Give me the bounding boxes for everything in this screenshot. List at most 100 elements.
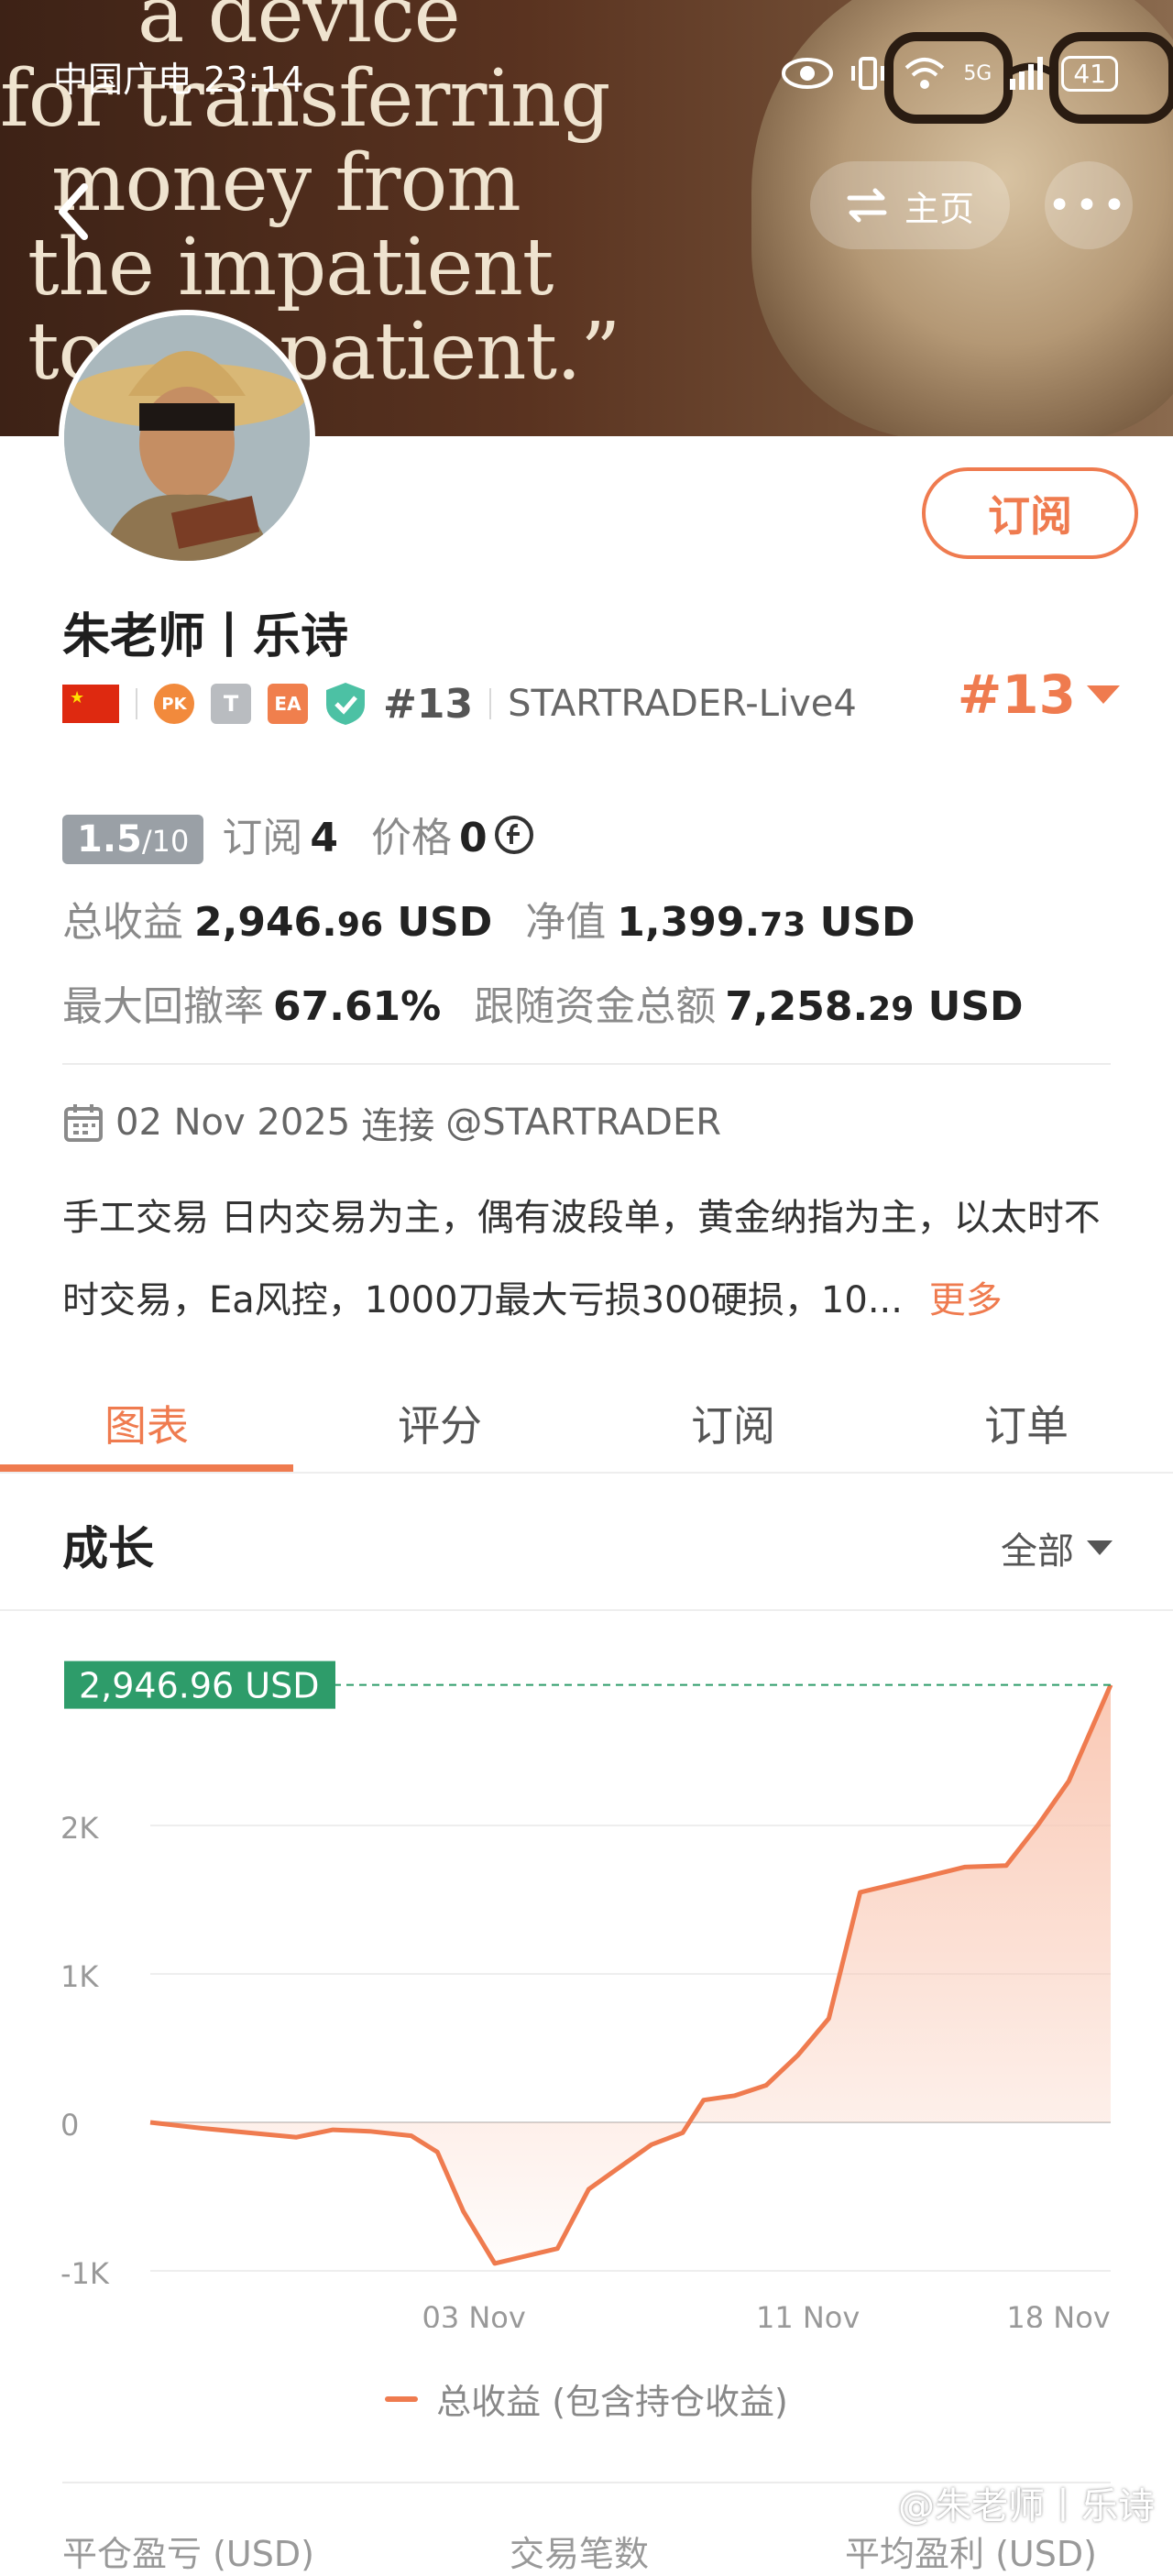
price-value: 0 [458, 815, 488, 861]
stat-header-avg-profit: 平均盈利 (USD) [845, 2534, 1097, 2574]
follow-int: 7,258. [725, 983, 869, 1030]
badge-separator [136, 688, 137, 719]
calendar-icon [64, 1104, 103, 1142]
stat-header-closed-pl: 平仓盈亏 (USD) [62, 2534, 314, 2574]
status-icons: 5G 41 [782, 55, 1118, 92]
home-button[interactable]: 主页 [810, 161, 1010, 249]
more-link[interactable]: 更多 [929, 1279, 1003, 1321]
battery-indicator: 41 [1061, 55, 1118, 92]
score-row: 1.5/10 订阅 4 价格 0 [62, 805, 535, 864]
stat-header-trades: 交易笔数 [510, 2534, 650, 2574]
t-badge-icon[interactable]: T [211, 684, 251, 724]
metrics-divider [62, 1063, 1111, 1065]
connect-label: 连接 [361, 1105, 435, 1147]
carrier-time: 中国广电 23:14 [53, 60, 304, 100]
rank-dropdown[interactable]: #13 [958, 663, 1120, 726]
home-label: 主页 [904, 188, 974, 229]
x-tick-label: 03 Nov [422, 2300, 525, 2328]
drawdown-value: 67.61% [273, 983, 442, 1030]
score-main: 1.5 [77, 818, 142, 860]
total-profit-value: 2,946.96 USD [194, 899, 492, 946]
t-badge-label: T [223, 691, 239, 717]
profile-name: 朱老师丨乐诗 [62, 609, 349, 664]
total-profit-dec: 96 [336, 906, 383, 944]
badge-separator [489, 688, 492, 719]
subscribe-count: 4 [310, 815, 338, 861]
tab-chart[interactable]: 图表 [0, 1373, 293, 1474]
chart-legend: 总收益 (包含持仓收益) [0, 2373, 1173, 2424]
coin-icon [494, 815, 533, 854]
eye-icon [782, 58, 834, 89]
score-total: /10 [141, 824, 190, 859]
legend-swatch [385, 2395, 419, 2402]
wifi-icon [904, 58, 945, 89]
tabs-border [0, 1472, 1173, 1474]
network-type: 5G [963, 61, 992, 85]
growth-chart[interactable]: 2K 1K 0 -1K 2,946.96 USD 03 Nov 11 Nov 18 Nov [0, 1631, 1173, 2328]
broker-name: @STARTRADER [445, 1102, 722, 1144]
rank-dropdown-icon [1087, 685, 1120, 704]
tab-orders[interactable]: 订单 [880, 1373, 1173, 1474]
drawdown-row: 最大回撤率 67.61% 跟随资金总额 7,258.29 USD [62, 973, 1024, 1032]
back-arrow-icon[interactable] [35, 170, 126, 253]
current-value-label: 2,946.96 USD [79, 1666, 320, 1706]
china-flag-icon: ★ [62, 685, 119, 723]
period-filter[interactable]: 全部 [1001, 1521, 1113, 1574]
subscribe-count-label: 订阅 [222, 815, 303, 861]
y-tick-label: -1K [60, 2256, 110, 2291]
total-profit-label: 总收益 [62, 899, 183, 946]
swap-icon [847, 188, 887, 223]
vibrate-icon [851, 57, 885, 90]
period-filter-label: 全部 [1001, 1530, 1074, 1573]
verified-shield-icon[interactable] [324, 681, 367, 727]
ea-badge-label: EA [274, 693, 301, 715]
more-dots-icon: ••• [1047, 181, 1130, 229]
tab-subscription[interactable]: 订阅 [586, 1373, 880, 1474]
y-tick-label: 0 [60, 2108, 79, 2143]
follow-unit: USD [914, 983, 1024, 1030]
status-bar: 中国广电 23:14 5G 41 [0, 51, 1173, 106]
equity-label: 净值 [525, 899, 607, 946]
avatar[interactable] [59, 310, 315, 566]
x-tick-label: 11 Nov [756, 2300, 860, 2328]
chevron-down-icon [1087, 1540, 1113, 1555]
follow-dec: 29 [868, 991, 915, 1028]
equity-dec: 73 [760, 906, 806, 944]
growth-title: 成长 [62, 1522, 154, 1575]
active-tab-indicator [0, 1464, 293, 1472]
rank-small: #13 [383, 680, 474, 728]
pk-badge-icon[interactable]: PK [154, 684, 194, 724]
quote-line: a device [137, 0, 461, 60]
section-border [0, 1609, 1173, 1611]
equity-unit: USD [806, 899, 915, 946]
follow-label: 跟随资金总额 [474, 983, 717, 1030]
y-tick-label: 2K [60, 1811, 99, 1846]
ea-badge-icon[interactable]: EA [268, 684, 308, 724]
x-tick-label: 18 Nov [1006, 2300, 1110, 2328]
equity-value: 1,399.73 USD [617, 899, 915, 946]
equity-int: 1,399. [617, 899, 761, 946]
total-profit-int: 2,946. [194, 899, 337, 946]
legend-label: 总收益 (包含持仓收益) [436, 2382, 788, 2422]
total-profit-unit: USD [383, 899, 493, 946]
tab-rating[interactable]: 评分 [293, 1373, 586, 1474]
connect-date: 02 Nov 2025 [115, 1102, 351, 1144]
server-name: STARTRADER-Live4 [508, 683, 857, 725]
score-badge: 1.5/10 [62, 815, 204, 864]
profile-description: 手工交易 日内交易为主，偶有波段单，黄金纳指为主，以太时不时交易，Ea风控，10… [62, 1177, 1116, 1342]
watermark: @朱老师丨乐诗 [898, 2485, 1155, 2527]
avatar-illustration [64, 315, 310, 561]
follow-value: 7,258.29 USD [725, 983, 1023, 1030]
more-options-button[interactable]: ••• [1045, 161, 1133, 249]
y-tick-label: 1K [60, 1959, 99, 1994]
subscribe-button[interactable]: 订阅 [922, 467, 1138, 559]
drawdown-label: 最大回撤率 [62, 983, 264, 1030]
connect-info: 02 Nov 2025 连接 @STARTRADER [62, 1096, 721, 1149]
badge-row: ★ PK T EA #13 STARTRADER-Live4 [62, 678, 857, 729]
rank-big-label: #13 [957, 663, 1076, 726]
signal-icon [1010, 57, 1044, 90]
profit-row: 总收益 2,946.96 USD 净值 1,399.73 USD [62, 889, 915, 948]
pk-badge-label: PK [161, 694, 187, 714]
tab-bar: 图表 评分 订阅 订单 [0, 1373, 1173, 1474]
price-label: 价格 [370, 815, 452, 861]
